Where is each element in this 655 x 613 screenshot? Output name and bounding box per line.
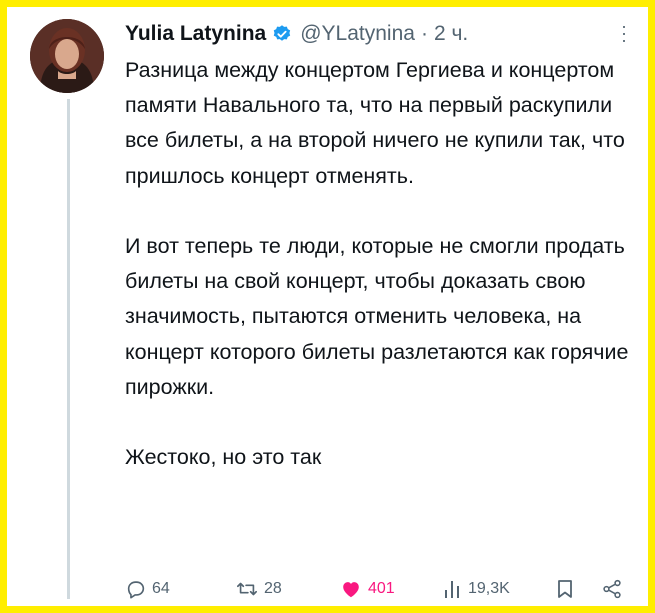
views-count: 19,3K [468,580,510,597]
tweet-header: Yulia Latynina @YLatynina · 2 ч. [125,22,468,46]
retweet-icon [237,582,257,596]
tweet-text: Разница между концертом Гергиева и конце… [125,53,635,475]
like-button[interactable]: 401 [339,575,395,603]
reply-icon [127,581,145,599]
tweet-paragraph: Разница между концертом Гергиева и конце… [125,58,625,188]
share-icon [603,579,621,599]
retweet-count: 28 [264,580,282,597]
views-icon [445,581,459,598]
author-name[interactable]: Yulia Latynina [125,22,266,46]
post-timestamp[interactable]: 2 ч. [434,22,468,46]
screenshot-frame: Yulia Latynina @YLatynina · 2 ч. ··· Раз… [0,0,655,613]
reply-button[interactable]: 64 [125,575,170,603]
share-button[interactable] [601,575,623,603]
reply-count: 64 [152,580,170,597]
action-bar: 64 28 401 19,3K [125,575,630,603]
views-button[interactable]: 19,3K [443,575,510,603]
thread-line [67,99,70,599]
avatar[interactable] [30,19,104,93]
like-count: 401 [368,580,395,597]
bookmark-button[interactable] [555,575,575,603]
retweet-button[interactable]: 28 [235,575,282,603]
like-icon [343,582,359,598]
tweet-paragraph: И вот теперь те люди, которые не смогли … [125,234,629,399]
author-handle[interactable]: @YLatynina [300,22,415,46]
more-options-icon[interactable]: ··· [615,24,635,45]
tweet-paragraph: Жестоко, но это так [125,445,322,470]
header-separator: · [420,22,428,45]
verified-badge-icon [272,24,292,44]
bookmark-icon [558,580,572,598]
